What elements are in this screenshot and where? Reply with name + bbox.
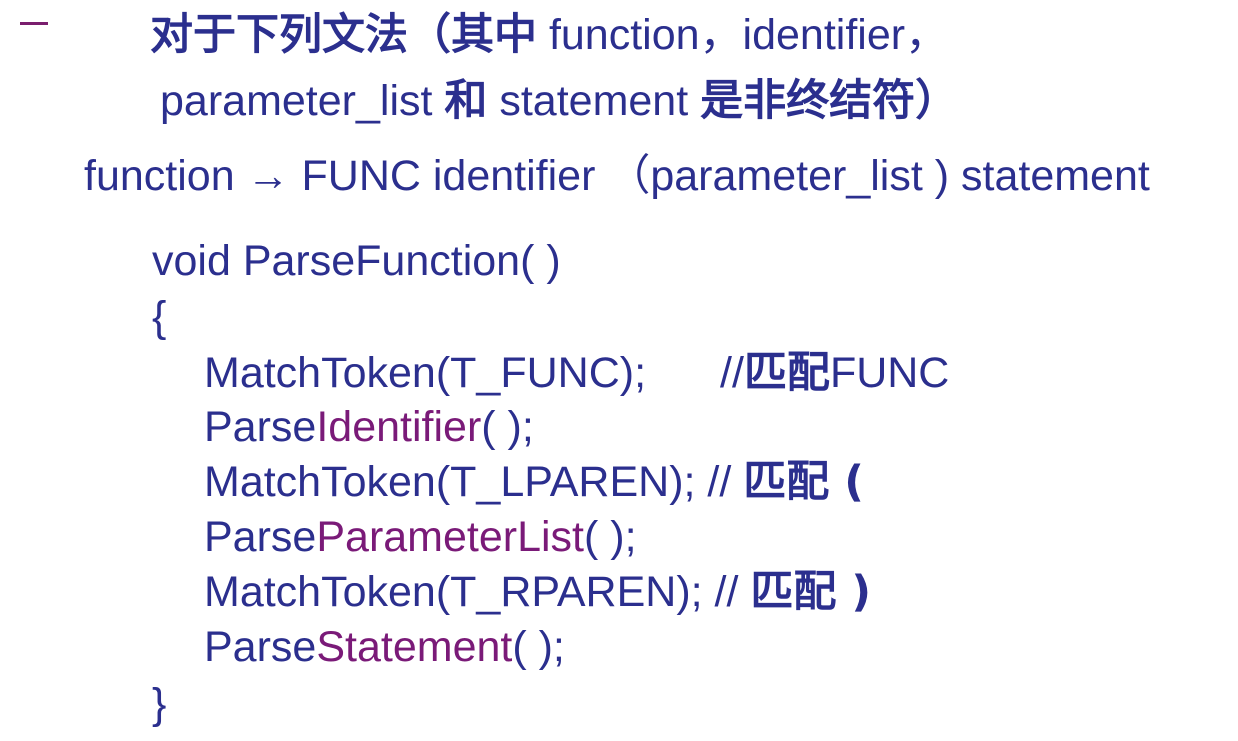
comment-suffix: FUNC bbox=[829, 349, 950, 397]
comment-prefix: // bbox=[720, 349, 744, 397]
code-call-name: Identifier bbox=[316, 403, 482, 451]
code-text: ( ); bbox=[584, 513, 637, 561]
comment-suffix: ( bbox=[829, 457, 864, 507]
code-line-match-func: MatchToken(T_FUNC);//匹配FUNC bbox=[204, 352, 949, 395]
heading-cjk-nonterminal: 是非终结符） bbox=[700, 76, 959, 126]
comment-cjk: 匹配 bbox=[743, 348, 830, 398]
code-text: ( ); bbox=[481, 403, 534, 451]
open-brace: { bbox=[152, 293, 167, 341]
comment-cjk: 匹配 bbox=[750, 567, 837, 617]
function-signature: void ParseFunction( ) bbox=[152, 237, 561, 285]
grammar-rule: function → FUNC identifier （parameter_li… bbox=[84, 152, 1150, 200]
comment-suffix: ) bbox=[836, 567, 872, 617]
code-call-name: ParameterList bbox=[316, 513, 585, 561]
heading-line-2: parameter_list 和 statement 是非终结符） bbox=[160, 80, 958, 123]
code-line-match-rparen: MatchToken(T_RPAREN); // 匹配 ) bbox=[204, 571, 871, 614]
comment-cjk: 匹配 bbox=[743, 457, 830, 507]
code-text: Parse bbox=[204, 513, 317, 561]
code-line-parse-parameter-list: ParseParameterList( ); bbox=[204, 516, 637, 559]
code-text: ( ); bbox=[512, 623, 565, 671]
bullet-dash bbox=[20, 22, 48, 25]
code-text: Parse bbox=[204, 623, 317, 671]
code-line-match-lparen: MatchToken(T_LPAREN); // 匹配 ( bbox=[204, 461, 864, 504]
code-text: MatchToken(T_LPAREN); // bbox=[204, 458, 744, 506]
code-text: MatchToken(T_RPAREN); // bbox=[204, 568, 751, 616]
code-line-parse-identifier: ParseIdentifier( ); bbox=[204, 406, 534, 449]
heading-cjk-he: 和 bbox=[444, 76, 488, 126]
heading-latin: function，identifier， bbox=[537, 11, 949, 59]
code-text: Parse bbox=[204, 403, 317, 451]
code-line-parse-statement: ParseStatement( ); bbox=[204, 626, 565, 669]
heading-latin-b: statement bbox=[487, 77, 701, 125]
code-text: MatchToken(T_FUNC); bbox=[204, 349, 647, 397]
heading-cjk-b: （其中 bbox=[408, 10, 537, 60]
close-brace: } bbox=[152, 680, 167, 728]
heading-line-1: 对于下列文法（其中 function，identifier， bbox=[150, 14, 948, 57]
heading-latin-a: parameter_list bbox=[160, 77, 445, 125]
heading-cjk-a: 对于下列文法 bbox=[150, 10, 408, 60]
code-call-name: Statement bbox=[316, 623, 513, 671]
